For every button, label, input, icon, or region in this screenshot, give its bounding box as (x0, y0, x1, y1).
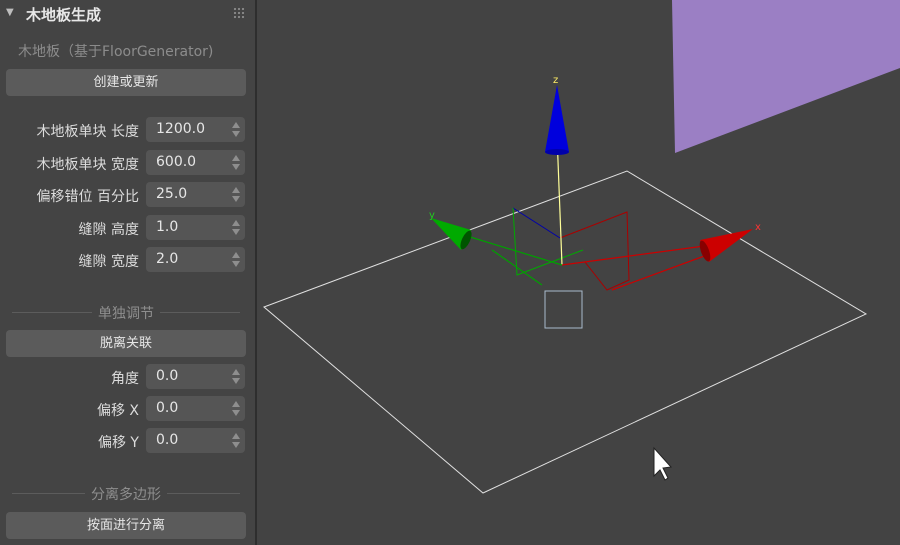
gizmo-center-square[interactable] (544, 290, 583, 329)
gap-height-label: 缝隙 高度 (78, 222, 139, 238)
decrement-arrow-icon[interactable] (232, 229, 240, 235)
y-axis-label: y (429, 210, 435, 221)
panel-header[interactable]: ▼ 木地板生成 (0, 0, 255, 28)
offset-percent-spinner[interactable]: 25.0 (146, 182, 245, 207)
section-separate-polygons: 分离多边形 (12, 484, 240, 503)
angle-value[interactable]: 0.0 (156, 368, 178, 384)
x-axis-extension (611, 254, 708, 291)
plank-length-label: 木地板单块 长度 (36, 124, 139, 140)
decrement-arrow-icon[interactable] (232, 410, 240, 416)
gap-width-spinner[interactable]: 2.0 (146, 247, 245, 272)
increment-arrow-icon[interactable] (232, 401, 240, 407)
decrement-arrow-icon[interactable] (232, 261, 240, 267)
detach-button[interactable]: 脱离关联 (6, 330, 246, 357)
drag-grip-icon[interactable] (233, 7, 245, 19)
decrement-arrow-icon[interactable] (232, 442, 240, 448)
increment-arrow-icon[interactable] (232, 155, 240, 161)
gap-width-label: 缝隙 宽度 (78, 254, 139, 270)
decrement-arrow-icon[interactable] (232, 378, 240, 384)
increment-arrow-icon[interactable] (232, 433, 240, 439)
decrement-arrow-icon[interactable] (232, 131, 240, 137)
decrement-arrow-icon[interactable] (232, 196, 240, 202)
increment-arrow-icon[interactable] (232, 122, 240, 128)
offset-y-label: 偏移 Y (97, 435, 139, 451)
floor-plane-outline[interactable] (263, 170, 868, 494)
y-axis-extension (491, 249, 543, 286)
side-panel: ▼ 木地板生成 木地板（基于FloorGenerator) 创建或更新 木地板单… (0, 0, 257, 545)
gizmo-plane-yz (512, 207, 561, 239)
offset-y-spinner[interactable]: 0.0 (146, 428, 245, 453)
gap-height-spinner[interactable]: 1.0 (146, 215, 245, 240)
plank-length-spinner[interactable]: 1200.0 (146, 117, 245, 142)
gap-width-value[interactable]: 2.0 (156, 251, 178, 267)
separate-by-face-button[interactable]: 按面进行分离 (6, 512, 246, 539)
offset-x-spinner[interactable]: 0.0 (146, 396, 245, 421)
increment-arrow-icon[interactable] (232, 187, 240, 193)
plank-width-value[interactable]: 600.0 (156, 154, 196, 170)
gizmo-plane-xy (512, 207, 584, 276)
viewport-canvas[interactable]: z x y (257, 0, 900, 545)
create-or-update-button[interactable]: 创建或更新 (6, 69, 246, 96)
section-individual-label: 单独调节 (92, 306, 160, 322)
section-separate-label: 分离多边形 (85, 487, 167, 503)
z-axis-cone-base (545, 149, 569, 155)
plank-width-label: 木地板单块 宽度 (36, 157, 139, 173)
z-axis-cone[interactable] (545, 85, 569, 152)
collapse-triangle-icon[interactable]: ▼ (6, 7, 14, 18)
3d-viewport[interactable]: z x y (257, 0, 900, 545)
mouse-cursor-icon (653, 446, 673, 481)
section-individual-adjust: 单独调节 (12, 303, 240, 322)
decrement-arrow-icon[interactable] (232, 164, 240, 170)
offset-x-value[interactable]: 0.0 (156, 400, 178, 416)
offset-y-value[interactable]: 0.0 (156, 432, 178, 448)
panel-subtitle: 木地板（基于FloorGenerator) (18, 44, 214, 60)
plank-length-value[interactable]: 1200.0 (156, 121, 205, 137)
increment-arrow-icon[interactable] (232, 220, 240, 226)
plank-width-spinner[interactable]: 600.0 (146, 150, 245, 175)
angle-spinner[interactable]: 0.0 (146, 364, 245, 389)
panel-title: 木地板生成 (26, 6, 102, 24)
increment-arrow-icon[interactable] (232, 369, 240, 375)
offset-x-label: 偏移 X (96, 403, 139, 419)
gap-height-value[interactable]: 1.0 (156, 219, 178, 235)
z-axis-label: z (553, 75, 558, 86)
purple-plane[interactable] (672, 0, 900, 153)
gizmo-plane-xz (559, 211, 630, 291)
increment-arrow-icon[interactable] (232, 252, 240, 258)
x-axis-label: x (755, 222, 761, 233)
angle-label: 角度 (111, 371, 139, 387)
offset-percent-label: 偏移错位 百分比 (36, 189, 139, 205)
offset-percent-value[interactable]: 25.0 (156, 186, 187, 202)
